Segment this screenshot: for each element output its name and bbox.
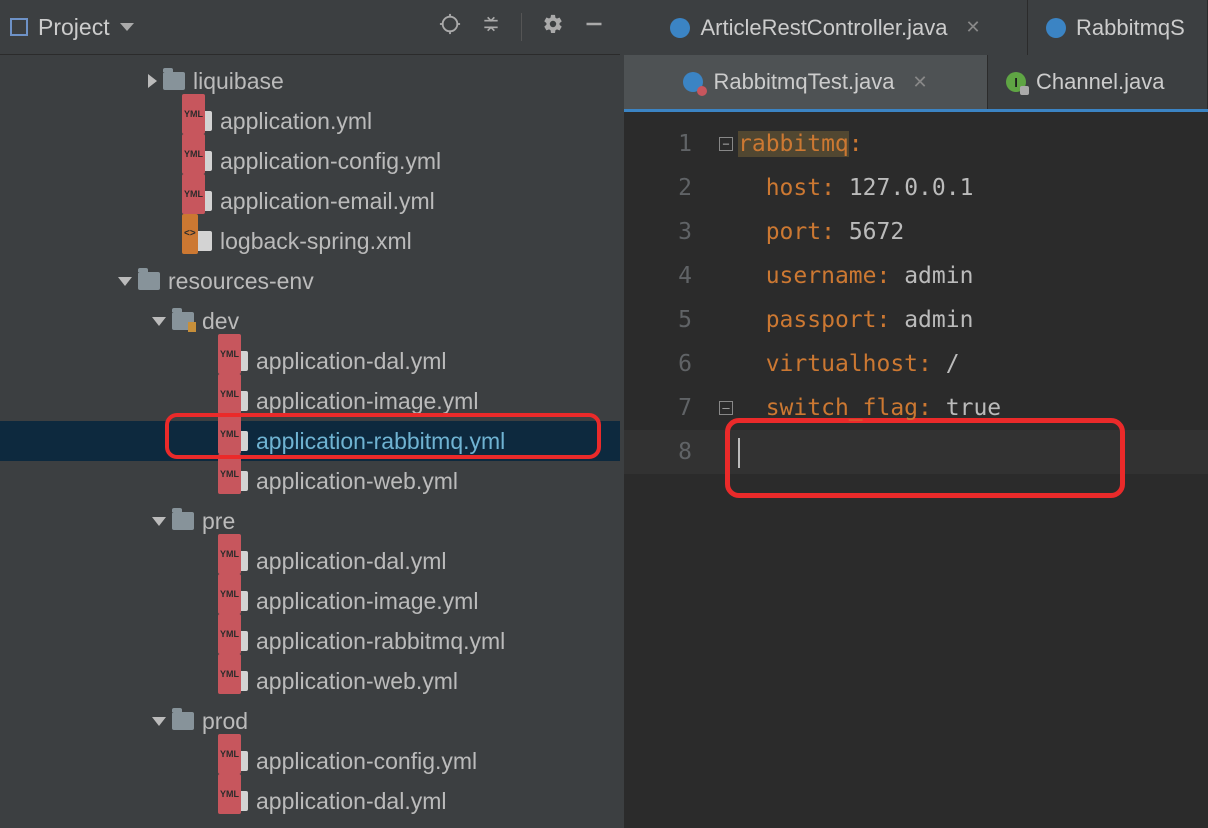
tree-file-application-email-yml[interactable]: application-email.yml bbox=[0, 181, 620, 221]
code-content: rabbitmq: host: 127.0.0.1 port: 5672 use… bbox=[738, 112, 1001, 828]
tree-file-dev-rabbitmq[interactable]: application-rabbitmq.yml bbox=[0, 421, 620, 461]
code-editor[interactable]: 1 2 3 4 5 6 7 8 − – rabbitmq: host: 127.… bbox=[624, 112, 1208, 828]
line-number: 4 bbox=[624, 254, 692, 298]
fold-toggle-icon[interactable]: − bbox=[719, 137, 733, 151]
yml-icon bbox=[222, 431, 248, 451]
tab-label: RabbitmqTest.java bbox=[713, 69, 894, 95]
folder-icon bbox=[172, 312, 194, 330]
tree-label: application-image.yml bbox=[256, 581, 478, 621]
folder-icon bbox=[138, 272, 160, 290]
editor-tabs-row2: RabbitmqTest.java ✕ I Channel.java bbox=[624, 55, 1208, 109]
java-class-icon bbox=[1046, 18, 1066, 38]
tree-label: logback-spring.xml bbox=[220, 221, 412, 261]
tree-file-dev-web[interactable]: application-web.yml bbox=[0, 461, 620, 501]
collapse-icon[interactable] bbox=[481, 14, 501, 40]
yml-icon bbox=[222, 551, 248, 571]
tree-label: application-rabbitmq.yml bbox=[256, 621, 505, 661]
editor-tabs-row1: ArticleRestController.java ✕ RabbitmqS bbox=[624, 0, 1208, 55]
xml-icon bbox=[186, 231, 212, 251]
locate-icon[interactable] bbox=[439, 13, 461, 41]
tab-label: Channel.java bbox=[1036, 69, 1164, 95]
tree-label: resources-env bbox=[168, 261, 314, 301]
close-icon[interactable]: ✕ bbox=[965, 17, 980, 38]
line-number: 2 bbox=[624, 166, 692, 210]
fold-end-icon[interactable]: – bbox=[719, 401, 733, 415]
fold-gutter: − – bbox=[714, 112, 738, 828]
tree-label: application-email.yml bbox=[220, 181, 435, 221]
line-number: 6 bbox=[624, 342, 692, 386]
tree-file-pre-dal[interactable]: application-dal.yml bbox=[0, 541, 620, 581]
line-number: 8 bbox=[624, 430, 692, 474]
yml-icon bbox=[222, 471, 248, 491]
folder-icon bbox=[163, 72, 185, 90]
tree-file-pre-web[interactable]: application-web.yml bbox=[0, 661, 620, 701]
tree-folder-resources-env[interactable]: resources-env bbox=[0, 261, 620, 301]
yml-icon bbox=[222, 631, 248, 651]
java-test-icon bbox=[683, 72, 703, 92]
tree-label: application.yml bbox=[220, 101, 372, 141]
editor-panel: ArticleRestController.java ✕ RabbitmqS R… bbox=[624, 0, 1208, 828]
tab-rabbitmq-test[interactable]: RabbitmqTest.java ✕ bbox=[624, 55, 988, 109]
tab-article-rest-controller[interactable]: ArticleRestController.java ✕ bbox=[624, 0, 1028, 55]
gear-icon[interactable] bbox=[542, 13, 564, 41]
java-class-icon bbox=[670, 18, 690, 38]
hide-icon[interactable] bbox=[584, 14, 604, 40]
text-caret bbox=[738, 438, 740, 468]
tree-label: application-image.yml bbox=[256, 381, 478, 421]
project-header: Project bbox=[0, 0, 620, 55]
yml-icon bbox=[222, 791, 248, 811]
tab-rabbitmq-s[interactable]: RabbitmqS bbox=[1028, 0, 1208, 55]
tree-folder-liquibase[interactable]: liquibase bbox=[0, 61, 620, 101]
tree-label: liquibase bbox=[193, 61, 284, 101]
tree-label: application-rabbitmq.yml bbox=[256, 421, 505, 461]
yml-icon bbox=[186, 151, 212, 171]
tree-file-prod-dal[interactable]: application-dal.yml bbox=[0, 781, 620, 821]
line-number: 5 bbox=[624, 298, 692, 342]
tab-label: RabbitmqS bbox=[1076, 15, 1185, 41]
line-number: 3 bbox=[624, 210, 692, 254]
tree-label: application-dal.yml bbox=[256, 781, 446, 821]
project-tool-window: Project liquibase application.yml applic… bbox=[0, 0, 620, 828]
file-tree: liquibase application.yml application-co… bbox=[0, 55, 620, 821]
yml-icon bbox=[222, 671, 248, 691]
tree-file-application-yml[interactable]: application.yml bbox=[0, 101, 620, 141]
tree-label: application-dal.yml bbox=[256, 341, 446, 381]
project-label[interactable]: Project bbox=[38, 14, 110, 41]
tree-folder-dev[interactable]: dev bbox=[0, 301, 620, 341]
yml-icon bbox=[222, 351, 248, 371]
tree-file-dev-dal[interactable]: application-dal.yml bbox=[0, 341, 620, 381]
line-gutter: 1 2 3 4 5 6 7 8 bbox=[624, 112, 714, 828]
tree-file-prod-config[interactable]: application-config.yml bbox=[0, 741, 620, 781]
line-number: 7 bbox=[624, 386, 692, 430]
java-interface-icon: I bbox=[1006, 72, 1026, 92]
yml-icon bbox=[222, 591, 248, 611]
line-number: 1 bbox=[624, 122, 692, 166]
tab-channel[interactable]: I Channel.java bbox=[988, 55, 1208, 109]
tab-label: ArticleRestController.java bbox=[700, 15, 947, 41]
tree-folder-prod[interactable]: prod bbox=[0, 701, 620, 741]
tree-label: application-web.yml bbox=[256, 461, 458, 501]
yml-icon bbox=[186, 191, 212, 211]
tree-file-dev-image[interactable]: application-image.yml bbox=[0, 381, 620, 421]
tree-label: application-config.yml bbox=[256, 741, 477, 781]
tree-label: application-config.yml bbox=[220, 141, 441, 181]
yml-icon bbox=[222, 391, 248, 411]
project-dropdown-icon[interactable] bbox=[120, 23, 134, 31]
tree-file-pre-rabbitmq[interactable]: application-rabbitmq.yml bbox=[0, 621, 620, 661]
folder-icon bbox=[172, 512, 194, 530]
yml-icon bbox=[186, 111, 212, 131]
tree-file-logback-spring-xml[interactable]: logback-spring.xml bbox=[0, 221, 620, 261]
tree-file-application-config-yml[interactable]: application-config.yml bbox=[0, 141, 620, 181]
divider bbox=[521, 13, 522, 41]
tree-label: application-dal.yml bbox=[256, 541, 446, 581]
tree-file-pre-image[interactable]: application-image.yml bbox=[0, 581, 620, 621]
yml-icon bbox=[222, 751, 248, 771]
tree-label: application-web.yml bbox=[256, 661, 458, 701]
tree-folder-pre[interactable]: pre bbox=[0, 501, 620, 541]
project-icon bbox=[10, 18, 28, 36]
folder-icon bbox=[172, 712, 194, 730]
close-icon[interactable]: ✕ bbox=[912, 72, 927, 93]
